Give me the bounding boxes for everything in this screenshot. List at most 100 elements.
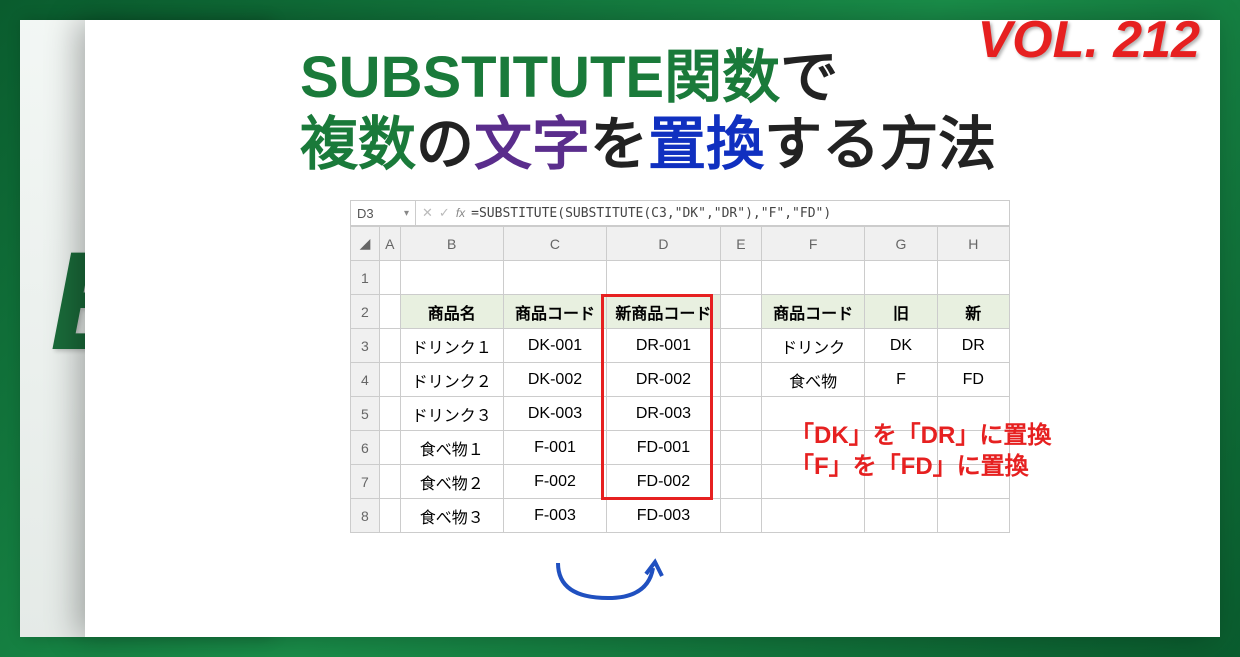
cell[interactable]	[720, 465, 761, 499]
cell-name[interactable]: ドリンク２	[400, 363, 503, 397]
fx-icon[interactable]: fx	[456, 206, 465, 220]
title-no: の	[416, 112, 474, 177]
cell-reference: D3	[357, 206, 374, 221]
cell[interactable]	[720, 261, 761, 295]
title-line-1: SUBSTITUTE関数で	[300, 45, 996, 112]
fx-area: ✕ ✓ fx =SUBSTITUTE(SUBSTITUTE(C3,"DK","D…	[416, 205, 837, 221]
table-row: 1	[351, 261, 1010, 295]
table-row: 8 食べ物３ F-003 FD-003	[351, 499, 1010, 533]
volume-label: VOL. 212	[977, 10, 1200, 70]
cell[interactable]	[503, 261, 606, 295]
column-header-row: ◢ A B C D E F G H	[351, 227, 1010, 261]
cell-newcode[interactable]: DR-003	[607, 397, 721, 431]
cell[interactable]	[379, 363, 400, 397]
title-line-2: 複数の文字を置換する方法	[300, 112, 996, 179]
row-header[interactable]: 8	[351, 499, 380, 533]
col-header[interactable]: H	[937, 227, 1009, 261]
cell[interactable]	[379, 261, 400, 295]
cell[interactable]	[865, 261, 937, 295]
cell[interactable]	[720, 431, 761, 465]
cell[interactable]	[379, 431, 400, 465]
title-multiple: 複数	[300, 112, 416, 177]
annotation-line-1: 「DK」を「DR」に置換	[790, 420, 1051, 451]
col-header[interactable]: A	[379, 227, 400, 261]
lookup-header-new[interactable]: 新	[937, 295, 1009, 329]
cell-name[interactable]: 食べ物１	[400, 431, 503, 465]
annotation-text: 「DK」を「DR」に置換 「F」を「FD」に置換	[790, 420, 1051, 482]
annotation-line-2: 「F」を「FD」に置換	[790, 451, 1051, 482]
cell[interactable]	[379, 397, 400, 431]
row-header[interactable]: 1	[351, 261, 380, 295]
row-header[interactable]: 3	[351, 329, 380, 363]
cell-name[interactable]: 食べ物２	[400, 465, 503, 499]
lookup-code[interactable]: ドリンク	[762, 329, 865, 363]
cell[interactable]	[720, 499, 761, 533]
select-all-cell[interactable]: ◢	[351, 227, 380, 261]
confirm-icon[interactable]: ✓	[439, 205, 450, 221]
row-header[interactable]: 7	[351, 465, 380, 499]
cell-name[interactable]: 食べ物３	[400, 499, 503, 533]
lookup-header-code[interactable]: 商品コード	[762, 295, 865, 329]
cell[interactable]	[937, 499, 1009, 533]
main-title: SUBSTITUTE関数で 複数の文字を置換する方法	[300, 45, 996, 178]
row-header[interactable]: 4	[351, 363, 380, 397]
col-header[interactable]: G	[865, 227, 937, 261]
cell-name[interactable]: ドリンク１	[400, 329, 503, 363]
lookup-new[interactable]: DR	[937, 329, 1009, 363]
title-wo: を	[590, 112, 648, 177]
col-header[interactable]: D	[607, 227, 721, 261]
main-header-code[interactable]: 商品コード	[503, 295, 606, 329]
lookup-old[interactable]: F	[865, 363, 937, 397]
cell[interactable]	[720, 363, 761, 397]
excel-screenshot: D3 ▾ ✕ ✓ fx =SUBSTITUTE(SUBSTITUTE(C3,"D…	[350, 200, 1010, 533]
formula-text[interactable]: =SUBSTITUTE(SUBSTITUTE(C3,"DK","DR"),"F"…	[471, 206, 831, 221]
cell[interactable]	[762, 261, 865, 295]
cell[interactable]	[720, 329, 761, 363]
title-method: する方法	[764, 112, 996, 177]
cell[interactable]	[379, 295, 400, 329]
cell-newcode[interactable]: FD-001	[607, 431, 721, 465]
arrow-icon	[548, 558, 668, 608]
cell[interactable]	[379, 499, 400, 533]
cell[interactable]	[720, 397, 761, 431]
row-header[interactable]: 6	[351, 431, 380, 465]
cell-code[interactable]: DK-001	[503, 329, 606, 363]
col-header[interactable]: B	[400, 227, 503, 261]
cell-code[interactable]: DK-003	[503, 397, 606, 431]
col-header[interactable]: F	[762, 227, 865, 261]
cell[interactable]	[937, 261, 1009, 295]
main-header-newcode[interactable]: 新商品コード	[607, 295, 721, 329]
cell[interactable]	[400, 261, 503, 295]
formula-bar: D3 ▾ ✕ ✓ fx =SUBSTITUTE(SUBSTITUTE(C3,"D…	[350, 200, 1010, 226]
lookup-new[interactable]: FD	[937, 363, 1009, 397]
dropdown-icon[interactable]: ▾	[404, 208, 409, 219]
lookup-code[interactable]: 食べ物	[762, 363, 865, 397]
cell-code[interactable]: F-003	[503, 499, 606, 533]
cell[interactable]	[379, 465, 400, 499]
cell-newcode[interactable]: DR-001	[607, 329, 721, 363]
cell[interactable]	[720, 295, 761, 329]
lookup-header-old[interactable]: 旧	[865, 295, 937, 329]
col-header[interactable]: E	[720, 227, 761, 261]
row-header[interactable]: 2	[351, 295, 380, 329]
cell-code[interactable]: F-001	[503, 431, 606, 465]
cancel-icon[interactable]: ✕	[422, 205, 433, 221]
cell[interactable]	[607, 261, 721, 295]
col-header[interactable]: C	[503, 227, 606, 261]
main-header-name[interactable]: 商品名	[400, 295, 503, 329]
cell-newcode[interactable]: DR-002	[607, 363, 721, 397]
cell-name[interactable]: ドリンク３	[400, 397, 503, 431]
cell[interactable]	[762, 499, 865, 533]
cell-code[interactable]: DK-002	[503, 363, 606, 397]
name-box[interactable]: D3 ▾	[351, 201, 416, 225]
row-header[interactable]: 5	[351, 397, 380, 431]
cell-newcode[interactable]: FD-002	[607, 465, 721, 499]
lookup-old[interactable]: DK	[865, 329, 937, 363]
cell[interactable]	[865, 499, 937, 533]
title-substitute: SUBSTITUTE関数	[300, 45, 780, 110]
cell[interactable]	[379, 329, 400, 363]
cell-newcode[interactable]: FD-003	[607, 499, 721, 533]
table-row: 3 ドリンク１ DK-001 DR-001 ドリンク DK DR	[351, 329, 1010, 363]
cell-code[interactable]: F-002	[503, 465, 606, 499]
spreadsheet: ◢ A B C D E F G H 1 2 商品名 商品コード 新商品コード 商…	[350, 226, 1010, 533]
